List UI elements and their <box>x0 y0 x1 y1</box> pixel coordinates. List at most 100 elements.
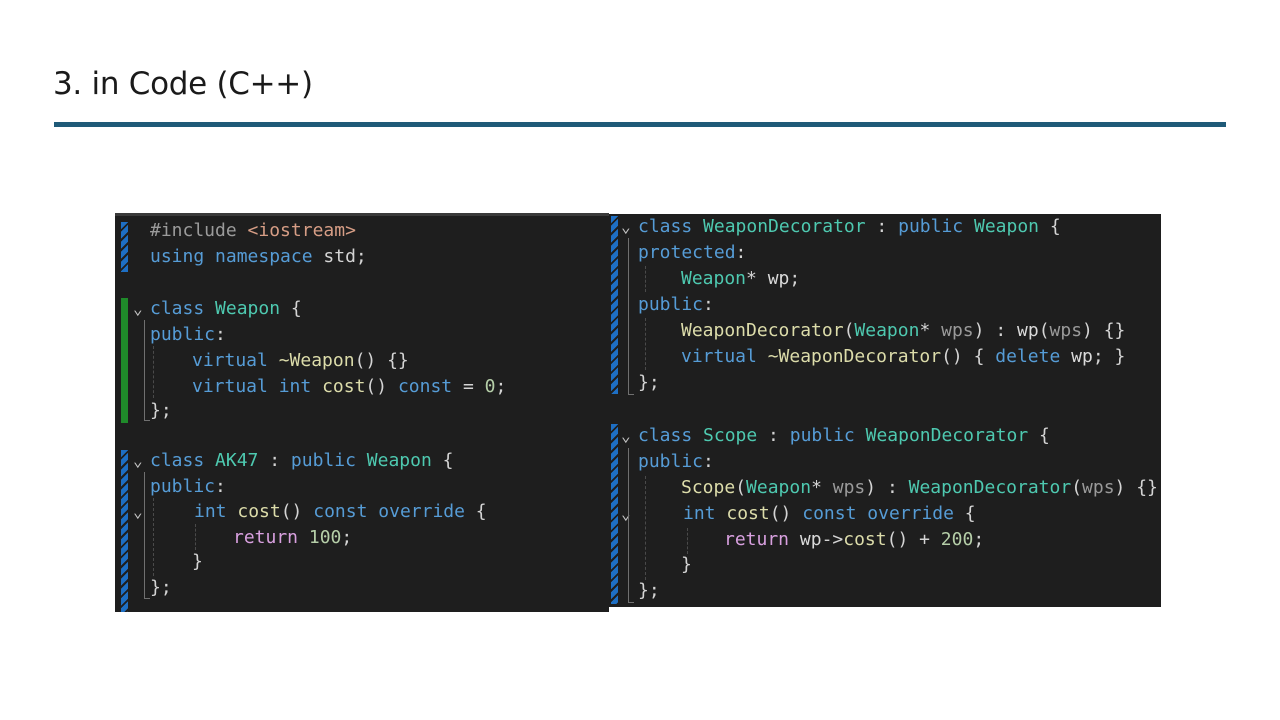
code-line: public: <box>150 474 226 500</box>
code-line: }; <box>638 578 660 604</box>
chevron-down-icon[interactable]: ⌄ <box>133 448 143 474</box>
code-line: }; <box>638 370 660 396</box>
type-name: AK47 <box>215 450 259 471</box>
punctuation: ( <box>843 320 855 341</box>
punctuation: ; <box>341 527 353 548</box>
punctuation: * <box>811 477 833 498</box>
code-line: int cost() const override { <box>194 499 487 525</box>
code-line: } <box>681 552 692 578</box>
identifier: wp <box>1071 346 1093 367</box>
number-literal: 200 <box>940 529 974 550</box>
function-name: cost <box>843 529 887 550</box>
punctuation: : <box>215 476 226 497</box>
punctuation: { <box>464 501 487 522</box>
punctuation: : <box>703 451 714 472</box>
code-line: }; <box>150 398 172 424</box>
punctuation: () + <box>886 529 941 550</box>
punctuation: { <box>280 298 302 319</box>
code-line: } <box>192 549 203 575</box>
punctuation: () <box>769 503 803 524</box>
punctuation: ; <box>495 376 507 397</box>
keyword: virtual <box>192 350 268 371</box>
change-marker <box>611 216 618 394</box>
keyword: public <box>290 450 356 471</box>
chevron-down-icon[interactable]: ⌄ <box>133 296 143 322</box>
function-name: cost <box>322 376 366 397</box>
punctuation: : <box>258 450 291 471</box>
punctuation: : <box>757 425 790 446</box>
indent-guide <box>645 476 646 580</box>
keyword: class <box>150 298 205 319</box>
keyword: virtual <box>681 346 757 367</box>
punctuation: } <box>681 554 692 575</box>
punctuation: }; <box>150 577 172 598</box>
number-literal: 100 <box>308 527 342 548</box>
code-line: public: <box>638 292 714 318</box>
chevron-down-icon[interactable]: ⌄ <box>621 214 631 240</box>
punctuation: : <box>735 242 747 263</box>
keyword: public <box>150 324 216 345</box>
function-name: Scope <box>681 477 736 498</box>
punctuation: () { <box>941 346 996 367</box>
number-literal: 0 <box>484 376 496 397</box>
keyword: protected <box>638 242 736 263</box>
keyword: override <box>867 503 954 524</box>
change-marker <box>121 450 128 612</box>
code-line: using namespace std; <box>150 244 367 270</box>
punctuation: () {} <box>354 350 409 371</box>
punctuation: ) : <box>865 477 909 498</box>
keyword: public <box>638 451 704 472</box>
keyword: int <box>683 503 716 524</box>
code-line: class Weapon { <box>150 296 302 322</box>
chevron-down-icon[interactable]: ⌄ <box>621 423 631 449</box>
punctuation: ; } <box>1092 346 1126 367</box>
punctuation: ; <box>789 268 801 289</box>
function-name: cost <box>726 503 770 524</box>
code-line: virtual int cost() const = 0; <box>192 374 506 400</box>
function-name: ~WeaponDecorator <box>767 346 942 367</box>
type-name: WeaponDecorator <box>865 425 1029 446</box>
keyword: namespace <box>215 246 313 267</box>
parameter: wps <box>832 477 866 498</box>
indent-guide <box>687 528 688 554</box>
code-line: WeaponDecorator(Weapon* wps) : wp(wps) {… <box>681 318 1125 344</box>
punctuation: ( <box>1071 477 1083 498</box>
chevron-down-icon[interactable]: ⌄ <box>133 499 143 525</box>
punctuation: }; <box>150 400 172 421</box>
identifier: wp <box>1017 320 1039 341</box>
function-name: WeaponDecorator <box>681 320 844 341</box>
indent-guide <box>153 498 154 576</box>
control-keyword: return <box>233 527 299 548</box>
type-name: WeaponDecorator <box>908 477 1072 498</box>
keyword: public <box>638 294 704 315</box>
code-line: #include <iostream> <box>150 218 356 244</box>
punctuation: -> <box>821 529 844 550</box>
code-line: return wp->cost() + 200; <box>724 527 984 553</box>
type-name: WeaponDecorator <box>703 216 866 237</box>
code-line: public: <box>150 322 226 348</box>
keyword: int <box>194 501 227 522</box>
punctuation: () <box>365 376 398 397</box>
punctuation: * <box>919 320 942 341</box>
keyword: const <box>397 376 453 397</box>
identifier: wp <box>767 268 790 289</box>
indent-guide <box>195 524 196 550</box>
code-line: Scope(Weapon* wps) : WeaponDecorator(wps… <box>681 475 1158 501</box>
keyword: int <box>278 376 312 397</box>
keyword: class <box>638 216 693 237</box>
code-line: protected: <box>638 240 746 266</box>
code-line: Weapon* wp; <box>681 266 800 292</box>
punctuation: } <box>192 551 203 572</box>
keyword: class <box>150 450 205 471</box>
